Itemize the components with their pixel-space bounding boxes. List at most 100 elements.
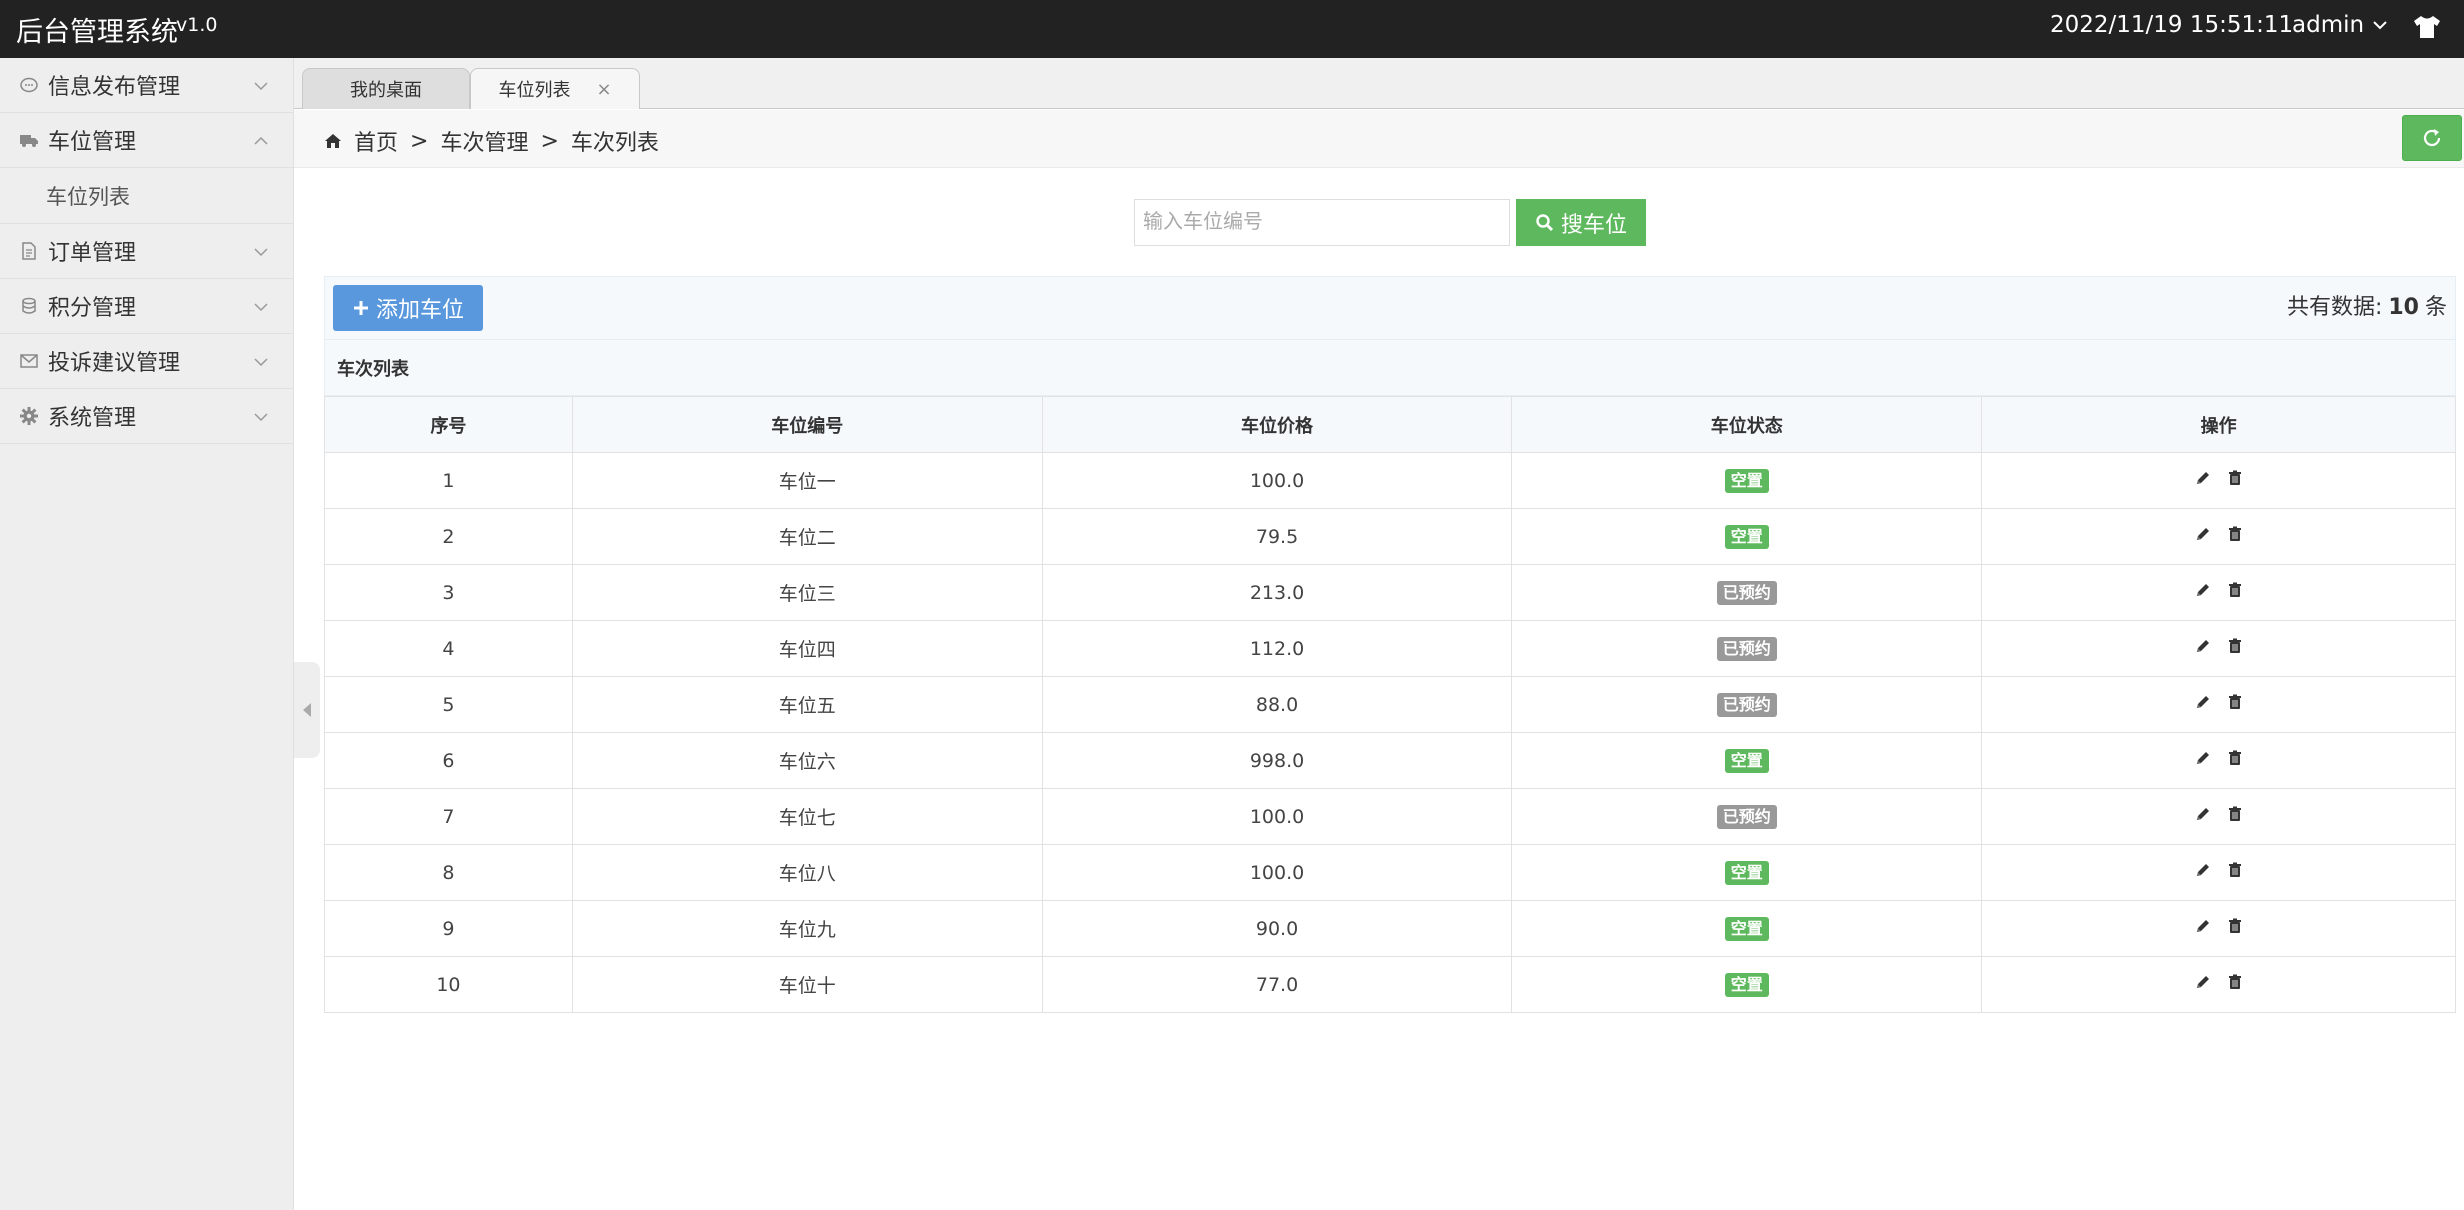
sidebar-item-parking[interactable]: 车位管理: [0, 113, 293, 168]
cell-price: 213.0: [1041, 564, 1513, 621]
edit-icon[interactable]: [2194, 581, 2212, 599]
chevron-down-icon: [254, 248, 268, 257]
tab-label: 我的桌面: [350, 80, 422, 101]
status-badge: 空置: [1724, 860, 1769, 885]
cell-actions: [1981, 508, 2456, 565]
table-row: 10 车位十 77.0 空置: [324, 956, 2456, 1013]
edit-icon[interactable]: [2194, 917, 2212, 935]
sidebar-item-orders[interactable]: 订单管理: [0, 224, 293, 279]
column-header: 车位状态: [1511, 396, 1983, 453]
cell-code: 车位二: [571, 508, 1043, 565]
cell-actions: [1981, 452, 2456, 509]
breadcrumb-separator: >: [540, 128, 559, 154]
cell-code: 车位八: [571, 844, 1043, 901]
sidebar: 信息发布管理 车位管理 车位列表订单管理积分管理投诉建议管理系统管理: [0, 58, 294, 1210]
table-row: 1 车位一 100.0 空置: [324, 452, 2456, 509]
row-actions: [2194, 469, 2244, 487]
cell-actions: [1981, 900, 2456, 957]
trash-icon[interactable]: [2226, 973, 2244, 991]
table-row: 3 车位三 213.0 已预约: [324, 564, 2456, 621]
list-title: 车次列表: [324, 340, 2456, 396]
tshirt-icon[interactable]: [2412, 14, 2442, 40]
search-button-label: 搜车位: [1560, 211, 1627, 237]
column-header: 车位价格: [1041, 396, 1513, 453]
sidebar-collapse-toggle[interactable]: [294, 662, 320, 758]
cell-status: 空置: [1511, 452, 1983, 509]
trash-icon[interactable]: [2226, 469, 2244, 487]
truck-icon: [18, 129, 40, 151]
cell-price: 100.0: [1041, 452, 1513, 509]
status-badge: 空置: [1724, 916, 1769, 941]
row-actions: [2194, 861, 2244, 879]
trash-icon[interactable]: [2226, 749, 2244, 767]
total-count: 共有数据: 10 条: [2287, 289, 2447, 321]
trash-icon[interactable]: [2226, 525, 2244, 543]
cell-code: 车位十: [571, 956, 1043, 1013]
table-row: 4 车位四 112.0 已预约: [324, 620, 2456, 677]
trash-icon[interactable]: [2226, 581, 2244, 599]
cell-index: 1: [324, 452, 573, 509]
sidebar-item-label: 订单管理: [48, 241, 137, 266]
edit-icon[interactable]: [2194, 749, 2212, 767]
tab-parking-list[interactable]: 车位列表 ×: [470, 68, 640, 109]
cell-price: 79.5: [1041, 508, 1513, 565]
sidebar-item-points[interactable]: 积分管理: [0, 279, 293, 334]
search-button[interactable]: 搜车位: [1516, 199, 1646, 246]
status-badge: 空置: [1724, 748, 1769, 773]
breadcrumb-level1[interactable]: 车次管理: [440, 125, 528, 157]
row-actions: [2194, 749, 2244, 767]
tab-desktop[interactable]: 我的桌面: [302, 68, 470, 109]
edit-icon[interactable]: [2194, 805, 2212, 823]
home-icon: [325, 134, 341, 148]
search-input[interactable]: [1134, 199, 1510, 246]
cell-index: 10: [324, 956, 573, 1013]
chevron-down-icon: [254, 413, 268, 422]
trash-icon[interactable]: [2226, 693, 2244, 711]
cell-price: 100.0: [1041, 788, 1513, 845]
chevron-down-icon: [254, 303, 268, 312]
cell-actions: [1981, 676, 2456, 733]
cell-price: 998.0: [1041, 732, 1513, 789]
breadcrumb-separator: >: [410, 128, 429, 154]
sidebar-item-info-publish[interactable]: 信息发布管理: [0, 58, 293, 113]
username: admin: [2292, 12, 2365, 38]
toolbar: 添加车位 共有数据: 10 条: [324, 276, 2456, 340]
cell-status: 空置: [1511, 732, 1983, 789]
sidebar-item-system[interactable]: 系统管理: [0, 389, 293, 444]
breadcrumb-home[interactable]: 首页: [354, 125, 398, 157]
chevron-down-icon: [254, 82, 268, 91]
sidebar-item-complaints[interactable]: 投诉建议管理: [0, 334, 293, 389]
trash-icon[interactable]: [2226, 637, 2244, 655]
chevron-down-icon: [254, 358, 268, 367]
cell-actions: [1981, 620, 2456, 677]
sidebar-item-label: 投诉建议管理: [48, 351, 181, 376]
add-parking-button[interactable]: 添加车位: [333, 285, 483, 331]
edit-icon[interactable]: [2194, 525, 2212, 543]
column-header: 操作: [1981, 396, 2456, 453]
user-menu[interactable]: admin: [2292, 12, 2388, 38]
cell-status: 已预约: [1511, 620, 1983, 677]
cell-status: 已预约: [1511, 788, 1983, 845]
trash-icon[interactable]: [2226, 805, 2244, 823]
trash-icon[interactable]: [2226, 917, 2244, 935]
refresh-icon: [2423, 129, 2441, 147]
table-row: 6 车位六 998.0 空置: [324, 732, 2456, 789]
close-icon[interactable]: ×: [596, 79, 611, 100]
cell-price: 100.0: [1041, 844, 1513, 901]
cell-status: 空置: [1511, 956, 1983, 1013]
trash-icon[interactable]: [2226, 861, 2244, 879]
add-button-label: 添加车位: [375, 298, 464, 323]
cell-code: 车位三: [571, 564, 1043, 621]
submenu-item-parking-list[interactable]: 车位列表: [0, 168, 293, 224]
app-title: 后台管理系统: [16, 17, 178, 48]
breadcrumb: 首页 > 车次管理 > 车次列表: [324, 125, 659, 157]
table-row: 7 车位七 100.0 已预约: [324, 788, 2456, 845]
edit-icon[interactable]: [2194, 861, 2212, 879]
breadcrumb-bar: 首页 > 车次管理 > 车次列表: [294, 110, 2464, 168]
row-actions: [2194, 973, 2244, 991]
refresh-button[interactable]: [2402, 115, 2462, 161]
edit-icon[interactable]: [2194, 637, 2212, 655]
edit-icon[interactable]: [2194, 693, 2212, 711]
edit-icon[interactable]: [2194, 469, 2212, 487]
edit-icon[interactable]: [2194, 973, 2212, 991]
